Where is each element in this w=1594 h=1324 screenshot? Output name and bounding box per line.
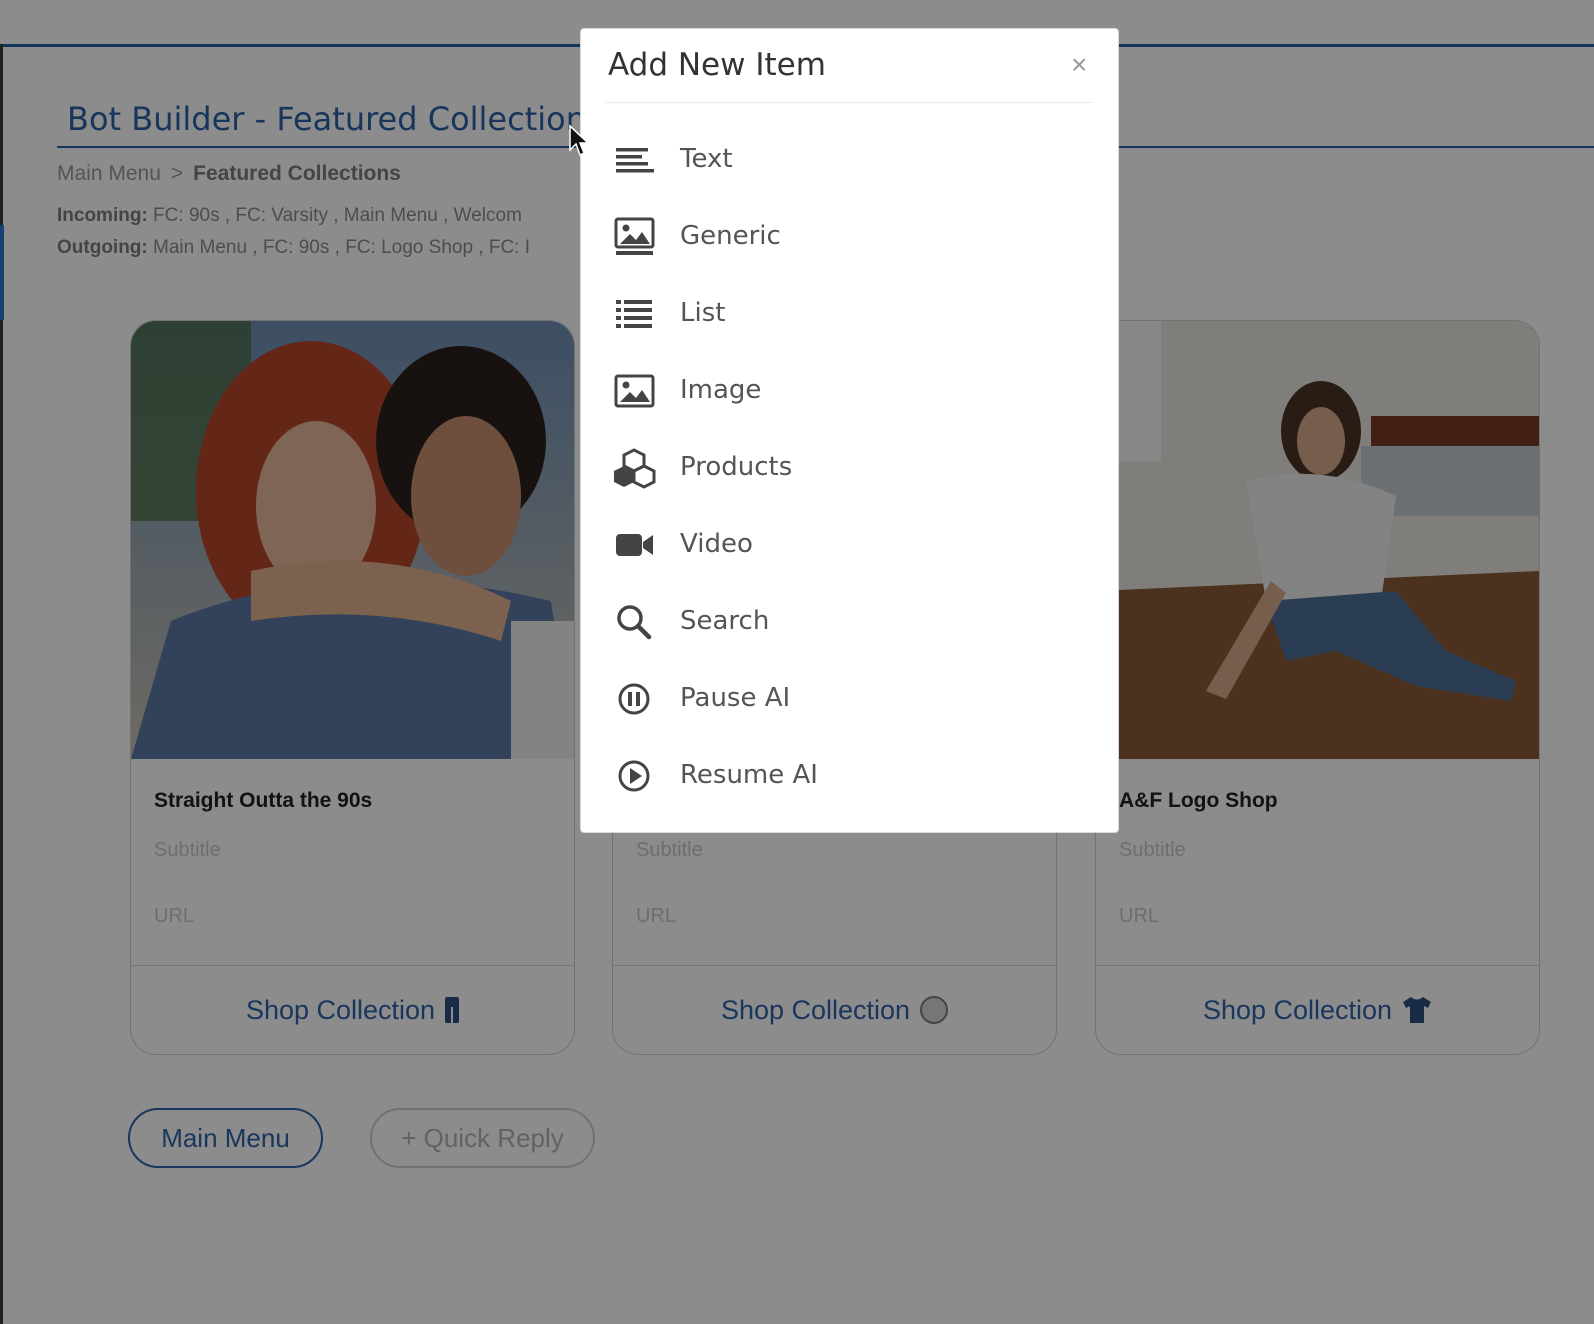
close-icon[interactable]: × xyxy=(1071,51,1087,79)
menu-item-text[interactable]: Text xyxy=(581,131,1118,187)
menu-item-search[interactable]: Search xyxy=(581,593,1118,649)
image-icon xyxy=(614,374,655,408)
modal-header-divider xyxy=(605,102,1094,103)
menu-item-label: Video xyxy=(680,529,753,559)
menu-item-video[interactable]: Video xyxy=(581,516,1118,572)
menu-item-resume-ai[interactable]: Resume AI xyxy=(581,747,1118,803)
generic-card-icon xyxy=(614,217,655,255)
text-icon xyxy=(616,148,654,173)
menu-item-image[interactable]: Image xyxy=(581,362,1118,418)
menu-item-label: Resume AI xyxy=(680,760,818,790)
video-camera-icon xyxy=(616,534,653,556)
play-circle-icon xyxy=(618,760,650,792)
menu-item-list[interactable]: List xyxy=(581,285,1118,341)
menu-item-label: List xyxy=(680,298,726,328)
menu-item-label: Text xyxy=(680,144,733,174)
list-icon xyxy=(616,300,652,328)
add-new-item-modal: Add New Item × Text Generic List Image P… xyxy=(580,28,1119,833)
menu-item-label: Pause AI xyxy=(680,683,791,713)
menu-item-label: Products xyxy=(680,452,793,482)
menu-item-products[interactable]: Products xyxy=(581,439,1118,495)
menu-item-label: Generic xyxy=(680,221,781,251)
search-icon xyxy=(617,605,652,640)
menu-item-label: Image xyxy=(680,375,762,405)
modal-title: Add New Item xyxy=(608,47,826,83)
menu-item-generic[interactable]: Generic xyxy=(581,208,1118,264)
menu-item-pause-ai[interactable]: Pause AI xyxy=(581,670,1118,726)
pause-circle-icon xyxy=(618,683,650,715)
cubes-icon xyxy=(614,448,656,489)
menu-item-label: Search xyxy=(680,606,770,636)
mouse-pointer-icon xyxy=(569,124,590,157)
